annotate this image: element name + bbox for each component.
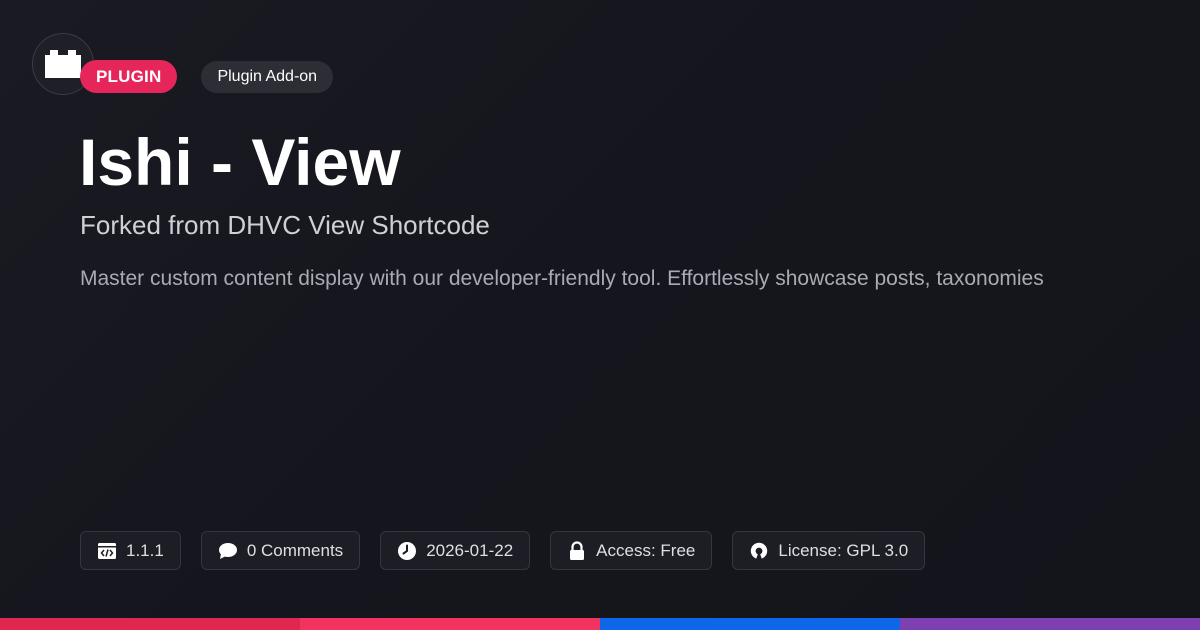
comments-chip: 0 Comments <box>200 531 361 570</box>
version-chip: 1.1.1 <box>80 531 181 570</box>
page-subtitle: Forked from DHVC View Shortcode <box>80 210 490 240</box>
version-label: 1.1.1 <box>126 540 164 560</box>
date-label: 2026-01-22 <box>426 540 514 560</box>
speech-bubble-icon <box>218 541 238 561</box>
access-chip: Access: Free <box>550 531 713 570</box>
stripe-segment <box>900 618 1200 630</box>
comments-label: 0 Comments <box>246 540 344 560</box>
stripe-segment <box>0 618 300 630</box>
access-label: Access: Free <box>596 540 696 560</box>
clock-icon <box>397 541 417 561</box>
stripe-segment <box>600 618 900 630</box>
category-badge: Plugin Add-on <box>201 60 334 93</box>
type-badge: PLUGIN <box>80 60 178 93</box>
date-chip: 2026-01-22 <box>380 531 531 570</box>
license-label: License: GPL 3.0 <box>778 540 909 560</box>
badge-row: PLUGIN Plugin Add-on <box>80 60 334 93</box>
code-icon <box>97 541 117 561</box>
plugin-block-icon <box>45 50 81 78</box>
open-source-icon <box>749 541 769 561</box>
lock-icon <box>567 540 587 561</box>
meta-row: 1.1.1 0 Comments 2026-01-22 Access: Free <box>80 531 926 570</box>
page-title: Ishi - View <box>79 125 401 199</box>
page-description: Master custom content display with our d… <box>80 267 1044 290</box>
license-chip: License: GPL 3.0 <box>732 531 926 570</box>
color-stripe <box>0 618 1200 630</box>
stripe-segment <box>300 618 600 630</box>
